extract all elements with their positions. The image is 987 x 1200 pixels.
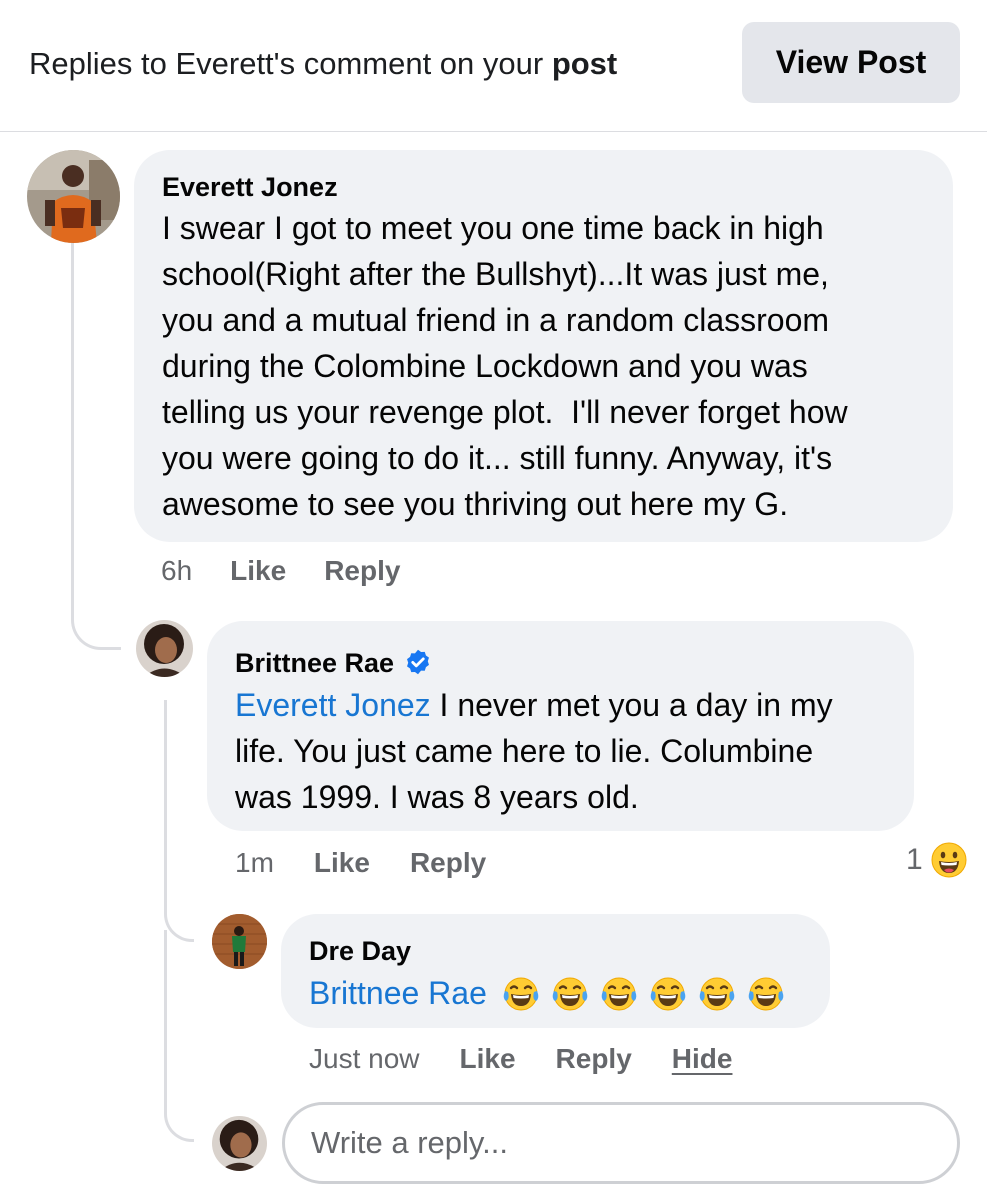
comment-author[interactable]: Dre Day [309,936,411,967]
everett-avatar-photo [27,150,120,243]
like-button[interactable]: Like [230,555,286,587]
title-post-link[interactable]: post [552,46,617,81]
avatar[interactable] [212,914,267,969]
title-prefix: Replies to Everett's comment on your [29,46,552,81]
comment-line: telling us your revenge plot. I'll never… [162,394,848,430]
current-user-avatar-photo [212,1116,267,1171]
view-post-button[interactable]: View Post [742,22,960,103]
comment-author[interactable]: Brittnee Rae [235,648,432,679]
reaction-summary[interactable]: 1 [906,842,967,878]
comment-author[interactable]: Everett Jonez [162,172,338,203]
avatar [212,1116,267,1171]
emoji-row [492,973,786,1013]
tears-of-joy-icon [699,977,735,1011]
comment-line: life. You just came here to lie. Columbi… [235,733,814,769]
hide-button[interactable]: Hide [672,1043,733,1075]
like-button[interactable]: Like [314,847,370,879]
comment-bubble-brittnee[interactable]: Brittnee Rae Everett Jonez I never met y… [207,621,914,831]
comment-bubble-dre-day[interactable]: Dre Day Brittnee Rae [281,914,830,1028]
timestamp[interactable]: 1m [235,847,274,879]
thread-connector-everett [71,243,121,650]
comment-actions-dre-day: Just now Like Reply Hide [309,1043,732,1075]
comment-line: awesome to see you thriving out here my … [162,486,789,522]
comment-text: Brittnee Rae [309,970,829,1016]
verified-badge-icon [404,648,432,676]
reaction-count: 1 [906,843,923,876]
mention-link[interactable]: Brittnee Rae [309,970,487,1016]
tears-of-joy-icon [503,977,539,1011]
comment-line: I swear I got to meet you one time back … [162,210,824,246]
avatar[interactable] [27,150,120,243]
tears-of-joy-icon [601,977,637,1011]
brittnee-avatar-photo [136,620,193,677]
avatar[interactable] [136,620,193,677]
author-name: Brittnee Rae [235,648,395,678]
comment-line: you were going to do it... still funny. … [162,440,833,476]
reply-button[interactable]: Reply [410,847,486,879]
comment-bubble-everett[interactable]: Everett Jonez I swear I got to meet you … [134,150,953,542]
comment-line: Everett Jonez I never met you a day in m… [235,682,905,728]
tears-of-joy-icon [748,977,784,1011]
timestamp[interactable]: 6h [161,555,192,587]
tears-of-joy-icon [650,977,686,1011]
comment-text: I swear I got to meet you one time back … [162,205,942,527]
comment-line: school(Right after the Bullshyt)...It wa… [162,256,829,292]
reply-button[interactable]: Reply [556,1043,632,1075]
reply-button[interactable]: Reply [324,555,400,587]
comment-line-rest: I never met you a day in my [430,687,833,723]
comment-actions-brittnee: 1m Like Reply [235,847,486,879]
thread-connector-brittnee [164,700,194,942]
comment-actions-everett: 6h Like Reply [161,555,400,587]
grinning-face-icon [931,842,967,878]
tears-of-joy-icon [552,977,588,1011]
timestamp[interactable]: Just now [309,1043,420,1075]
dre-day-avatar-photo [212,914,267,969]
comment-line: you and a mutual friend in a random clas… [162,302,830,338]
mention-link[interactable]: Everett Jonez [235,687,431,723]
comment-line: during the Colombine Lockdown and you wa… [162,348,808,384]
comment-text: Everett Jonez I never met you a day in m… [235,682,905,820]
page-title: Replies to Everett's comment on your pos… [29,46,617,82]
like-button[interactable]: Like [460,1043,516,1075]
comment-line: was 1999. I was 8 years old. [235,779,639,815]
thread-connector-reply-box [164,930,194,1142]
reply-input[interactable] [282,1102,960,1184]
header: Replies to Everett's comment on your pos… [0,0,987,132]
